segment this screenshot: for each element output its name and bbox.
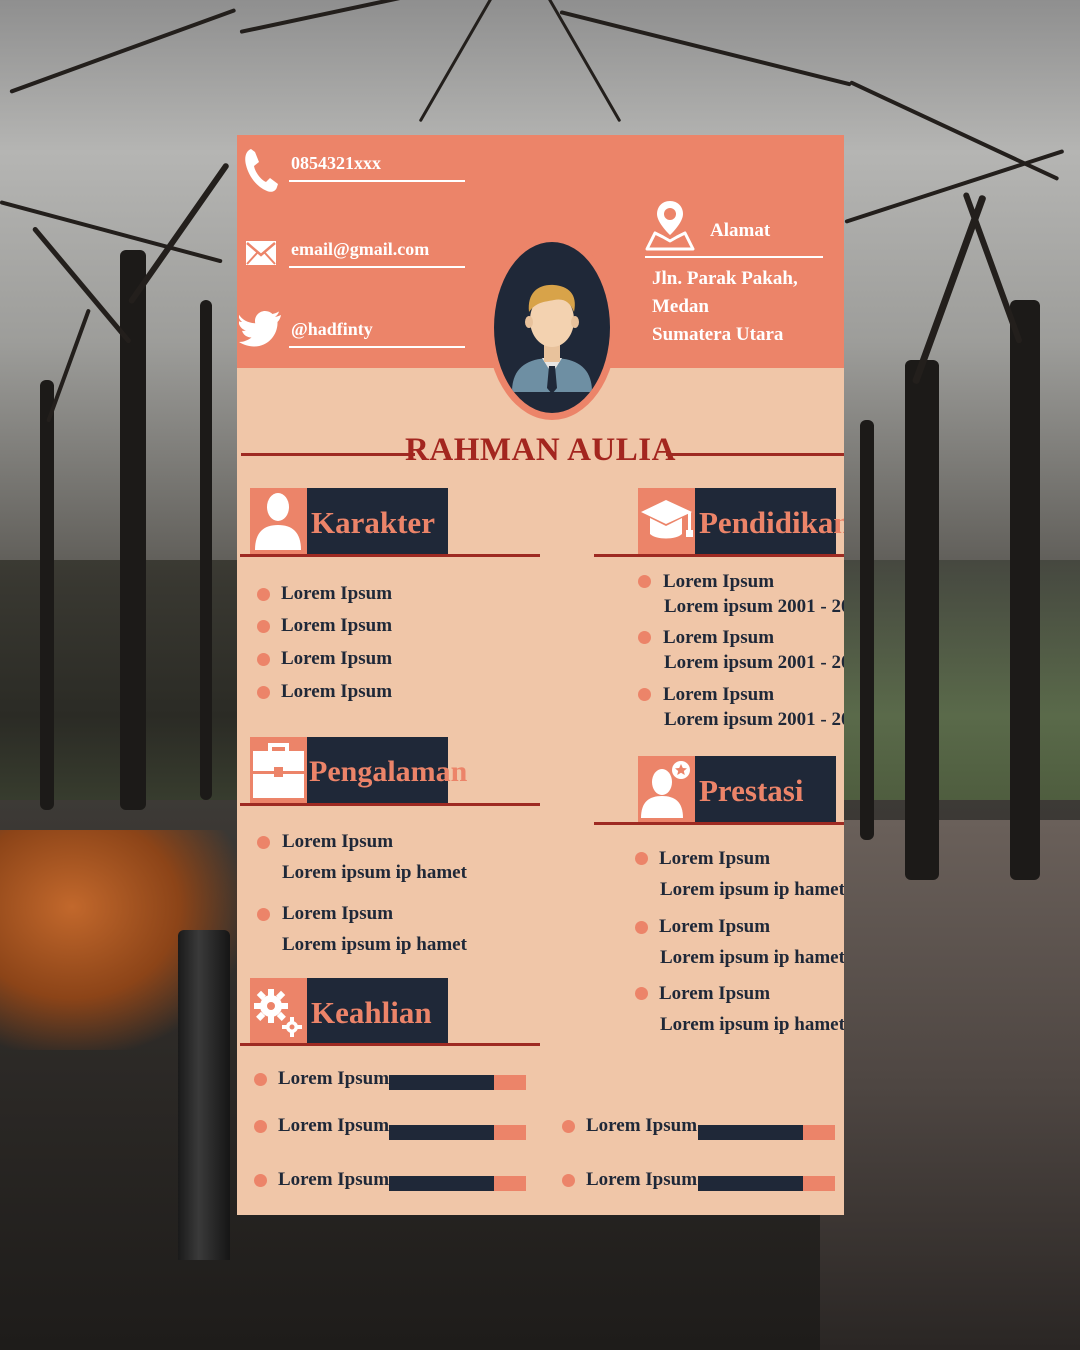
pendidikan-item-name: Lorem Ipsum: [663, 571, 775, 592]
prestasi-item-detail: Lorem ipsum ip hamet: [660, 947, 844, 968]
prestasi-bullet: [635, 852, 648, 865]
address-line-1: Jln. Parak Pakah, Medan: [652, 268, 798, 317]
prestasi-item-name: Lorem Ipsum: [659, 983, 771, 1004]
skill-bar: [389, 1075, 526, 1090]
pendidikan-title: Pendidikan: [695, 488, 844, 554]
pendidikan-bullet: [638, 631, 651, 644]
skill-name: Lorem Ipsum: [586, 1115, 698, 1136]
karakter-item: Lorem Ipsum: [281, 615, 393, 636]
pendidikan-rule: [594, 554, 844, 557]
address-underline: [645, 256, 823, 258]
skill-bar: [698, 1176, 835, 1191]
karakter-bullet: [257, 620, 270, 633]
graduation-cap-icon: [641, 500, 693, 539]
address-text: Jln. Parak Pakah, Medan Sumatera Utara: [652, 265, 844, 349]
skill-bar-fill: [389, 1125, 495, 1140]
phone-underline: [289, 180, 465, 182]
karakter-bullet: [257, 686, 270, 699]
pengalaman-rule: [240, 803, 540, 806]
karakter-item: Lorem Ipsum: [281, 648, 393, 669]
pendidikan-bullet: [638, 575, 651, 588]
skill-bar-fill: [698, 1176, 804, 1191]
full-name: RAHMAN AULIA: [405, 432, 676, 468]
pendidikan-item-detail: Lorem ipsum 2001 - 2003: [664, 709, 844, 730]
pengalaman-bullet: [257, 908, 270, 921]
award-person-icon: [641, 761, 690, 818]
pengalaman-bullet: [257, 836, 270, 849]
prestasi-item-detail: Lorem ipsum ip hamet: [660, 879, 844, 900]
phone-text: 0854321xxx: [291, 153, 381, 173]
skill-name: Lorem Ipsum: [278, 1169, 390, 1190]
avatar: [487, 235, 617, 420]
prestasi-bullet: [635, 987, 648, 1000]
karakter-item: Lorem Ipsum: [281, 583, 393, 604]
address-title: Alamat: [710, 220, 771, 241]
person-icon: [255, 493, 301, 550]
skill-name: Lorem Ipsum: [278, 1068, 390, 1089]
skill-name: Lorem Ipsum: [278, 1115, 390, 1136]
pengalaman-icon-box: [250, 737, 307, 803]
karakter-rule: [240, 554, 540, 557]
cv-card: 0854321xxx email@gmail.com @hadfinty Ala…: [237, 135, 844, 1215]
pendidikan-item-detail: Lorem ipsum 2001 - 2003: [664, 596, 844, 617]
pendidikan-icon-box: [638, 488, 695, 554]
name-rule-right: [666, 453, 844, 456]
skill-bullet: [562, 1120, 575, 1133]
skill-bar-fill: [698, 1125, 804, 1140]
twitter-icon: [239, 311, 281, 347]
karakter-bullet: [257, 653, 270, 666]
pendidikan-item-name: Lorem Ipsum: [663, 684, 775, 705]
keahlian-rule: [240, 1043, 540, 1046]
karakter-icon-box: [250, 488, 307, 554]
pendidikan-item-detail: Lorem ipsum 2001 - 2003: [664, 652, 844, 673]
prestasi-item-name: Lorem Ipsum: [659, 916, 771, 937]
keahlian-title: Keahlian: [307, 978, 448, 1044]
email-icon: [246, 241, 276, 265]
karakter-item: Lorem Ipsum: [281, 681, 393, 702]
skill-bullet: [562, 1174, 575, 1187]
avatar-man-icon: [512, 284, 592, 394]
pendidikan-item-name: Lorem Ipsum: [663, 627, 775, 648]
prestasi-item-name: Lorem Ipsum: [659, 848, 771, 869]
skill-bar: [389, 1125, 526, 1140]
karakter-bullet: [257, 588, 270, 601]
email-text[interactable]: email@gmail.com: [291, 239, 429, 260]
pengalaman-item-name: Lorem Ipsum: [282, 831, 394, 852]
skill-bullet: [254, 1174, 267, 1187]
phone-icon: [245, 149, 278, 192]
skill-bar-fill: [389, 1075, 495, 1090]
skill-bar: [698, 1125, 835, 1140]
skill-bullet: [254, 1073, 267, 1086]
skill-bar-fill: [389, 1176, 495, 1191]
pengalaman-item-name: Lorem Ipsum: [282, 903, 394, 924]
prestasi-item-detail: Lorem ipsum ip hamet: [660, 1014, 844, 1035]
twitter-underline: [289, 346, 465, 348]
pengalaman-title: Pengalaman: [307, 737, 467, 803]
keahlian-icon-box: [250, 978, 307, 1044]
karakter-title: Karakter: [307, 488, 448, 554]
prestasi-icon-box: [638, 756, 695, 822]
gears-icon: [254, 989, 302, 1037]
prestasi-bullet: [635, 921, 648, 934]
pengalaman-item-detail: Lorem ipsum ip hamet: [282, 862, 467, 883]
briefcase-icon: [253, 743, 304, 798]
skill-bullet: [254, 1120, 267, 1133]
prestasi-title: Prestasi: [695, 756, 836, 822]
skill-bar: [389, 1176, 526, 1191]
location-map-icon: [645, 201, 695, 251]
pengalaman-item-detail: Lorem ipsum ip hamet: [282, 934, 467, 955]
pendidikan-bullet: [638, 688, 651, 701]
email-underline: [289, 266, 465, 268]
skill-name: Lorem Ipsum: [586, 1169, 698, 1190]
twitter-text[interactable]: @hadfinty: [291, 319, 373, 340]
prestasi-rule: [594, 822, 844, 825]
address-line-2: Sumatera Utara: [652, 324, 784, 345]
